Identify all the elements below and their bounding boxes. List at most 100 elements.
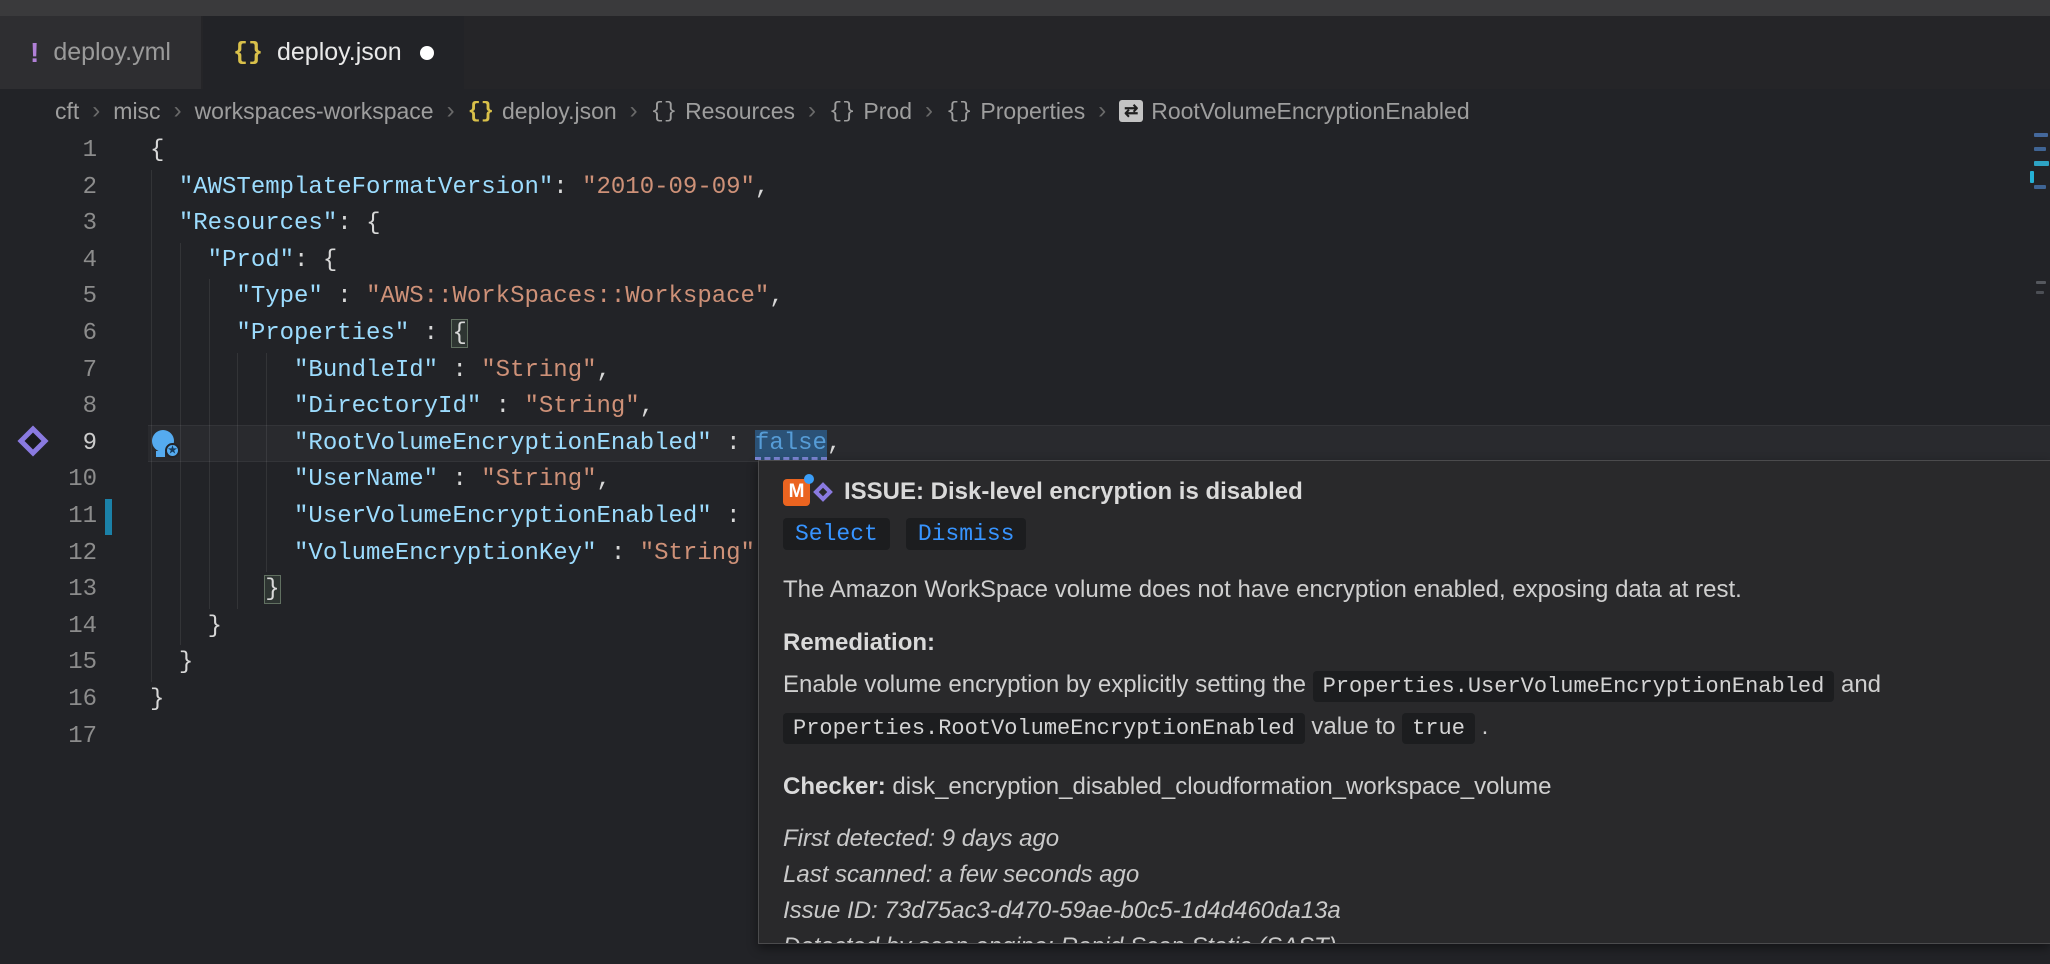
code-token: , <box>755 174 769 201</box>
breadcrumb-item-deploy.json[interactable]: {} deploy.json <box>468 98 617 125</box>
remediation-label: Remediation: <box>783 629 2026 657</box>
breadcrumb-label: cft <box>55 98 79 125</box>
code-token: "BundleId" <box>294 357 438 384</box>
line-number: 6 <box>0 316 97 353</box>
code-token <box>150 393 294 420</box>
remediation-fragment: value to <box>1305 713 1402 740</box>
object-braces-icon: {} <box>946 99 972 124</box>
select-action-link[interactable]: Select <box>783 518 890 550</box>
breadcrumb-item-workspaces-workspace[interactable]: workspaces-workspace <box>195 98 434 125</box>
remediation-fragment: Enable volume encryption by explicitly s… <box>783 671 1313 698</box>
code-line[interactable]: "RootVolumeEncryptionEnabled" : false, <box>150 426 841 463</box>
code-line[interactable]: "DirectoryId" : "String", <box>150 389 654 426</box>
code-token: { <box>452 320 466 347</box>
inline-code: true <box>1402 713 1475 744</box>
code-line[interactable]: "Prod": { <box>150 243 337 280</box>
code-token: , <box>827 430 841 457</box>
breadcrumb-label: Resources <box>685 98 795 125</box>
code-token <box>150 174 179 201</box>
code-token: "AWSTemplateFormatVersion" <box>179 174 553 201</box>
code-line[interactable]: { <box>150 133 164 170</box>
breadcrumb-item-Resources[interactable]: {}Resources <box>651 98 795 125</box>
tab-deploy.yml[interactable]: !deploy.yml <box>0 16 201 89</box>
issue-metadata: First detected: 9 days agoLast scanned: … <box>783 821 2026 944</box>
code-token: , <box>769 283 783 310</box>
line-number: 2 <box>0 170 97 207</box>
breadcrumb-item-misc[interactable]: misc <box>113 98 160 125</box>
modified-line-indicator <box>105 499 112 535</box>
json-braces-icon: {} <box>468 99 494 124</box>
remediation-text: Enable volume encryption by explicitly s… <box>783 665 2026 749</box>
code-line[interactable]: "AWSTemplateFormatVersion": "2010-09-09"… <box>150 170 769 207</box>
breadcrumb-label: workspaces-workspace <box>195 98 434 125</box>
code-token <box>150 540 294 567</box>
code-line[interactable]: "Resources": { <box>150 206 380 243</box>
metadata-line: First detected: 9 days ago <box>783 821 2026 857</box>
quick-fix-lightbulb-icon[interactable]: ★ <box>152 430 182 460</box>
vscode-window: !deploy.yml{}deploy.json cft›misc›worksp… <box>0 0 2050 964</box>
code-token: "UserVolumeEncryptionEnabled" <box>294 503 712 530</box>
code-line[interactable]: "Properties" : { <box>150 316 467 353</box>
tab-bar: !deploy.yml{}deploy.json <box>0 16 2050 89</box>
code-line[interactable]: } <box>150 609 222 646</box>
code-line[interactable]: "UserName" : "String", <box>150 462 611 499</box>
code-token: } <box>179 649 193 676</box>
code-token: "UserName" <box>294 466 438 493</box>
issue-hover-tooltip: M ISSUE: Disk-level encryption is disabl… <box>758 460 2050 944</box>
breadcrumb-label: deploy.json <box>502 98 617 125</box>
code-token: : <box>438 357 481 384</box>
code-token: false <box>755 430 827 460</box>
code-token <box>150 613 208 640</box>
code-token <box>150 320 236 347</box>
checker-label: Checker: <box>783 773 886 800</box>
tab-deploy.json[interactable]: {}deploy.json <box>203 16 464 89</box>
boolean-symbol-icon: ⇄ <box>1119 100 1143 122</box>
breadcrumb-item-RootVolumeEncryptionEnabled[interactable]: ⇄RootVolumeEncryptionEnabled <box>1119 98 1469 125</box>
breadcrumb-item-Prod[interactable]: {}Prod <box>829 98 912 125</box>
code-token: "RootVolumeEncryptionEnabled" <box>294 430 712 457</box>
issue-diamond-icon <box>813 482 833 502</box>
inline-code: Properties.RootVolumeEncryptionEnabled <box>783 713 1305 744</box>
code-token: "Prod" <box>208 247 294 274</box>
breadcrumb: cft › misc › workspaces-workspace › {} deploy.j… <box>0 89 2050 133</box>
code-line[interactable]: } <box>150 682 164 719</box>
breadcrumb-separator: › <box>174 97 182 125</box>
code-token: : <box>337 210 366 237</box>
json-file-icon: {} <box>233 38 263 67</box>
code-token: "Properties" <box>236 320 409 347</box>
window-title-bar <box>0 0 2050 16</box>
line-number: 9 <box>0 426 97 463</box>
unsaved-changes-dot[interactable] <box>420 46 434 60</box>
code-token: : <box>323 283 366 310</box>
yaml-file-icon: ! <box>30 37 39 69</box>
issue-description: The Amazon WorkSpace volume does not hav… <box>783 576 2026 604</box>
code-line[interactable]: "UserVolumeEncryptionEnabled" : <box>150 499 755 536</box>
breadcrumb-separator: › <box>1098 97 1106 125</box>
code-token <box>150 357 294 384</box>
code-line[interactable]: "VolumeEncryptionKey" : "String" <box>150 536 755 573</box>
line-number: 14 <box>0 609 97 646</box>
code-token <box>150 503 294 530</box>
breadcrumb-separator: › <box>925 97 933 125</box>
code-line[interactable]: } <box>150 572 280 609</box>
code-token: : <box>294 247 323 274</box>
metadata-line: Last scanned: a few seconds ago <box>783 857 2026 893</box>
line-number: 17 <box>0 719 97 756</box>
issue-actions: Select Dismiss <box>783 518 2026 550</box>
code-line[interactable]: } <box>150 645 193 682</box>
code-token: { <box>366 210 380 237</box>
code-token <box>150 210 179 237</box>
code-line[interactable]: "BundleId" : "String", <box>150 353 611 390</box>
breadcrumb-item-Properties[interactable]: {}Properties <box>946 98 1085 125</box>
line-number: 3 <box>0 206 97 243</box>
checker-line: Checker: disk_encryption_disabled_cloudf… <box>783 773 2026 801</box>
metadata-line: Detected by scan engine: Rapid Scan Stat… <box>783 929 2026 944</box>
code-token <box>150 466 294 493</box>
breadcrumb-item-cft[interactable]: cft <box>55 98 79 125</box>
code-line[interactable]: "Type" : "AWS::WorkSpaces::Workspace", <box>150 279 784 316</box>
code-token: : <box>712 503 755 530</box>
dismiss-action-link[interactable]: Dismiss <box>906 518 1027 550</box>
code-token: "2010-09-09" <box>582 174 755 201</box>
line-number: 10 <box>0 462 97 499</box>
issue-hover-header: M ISSUE: Disk-level encryption is disabl… <box>783 476 2026 508</box>
